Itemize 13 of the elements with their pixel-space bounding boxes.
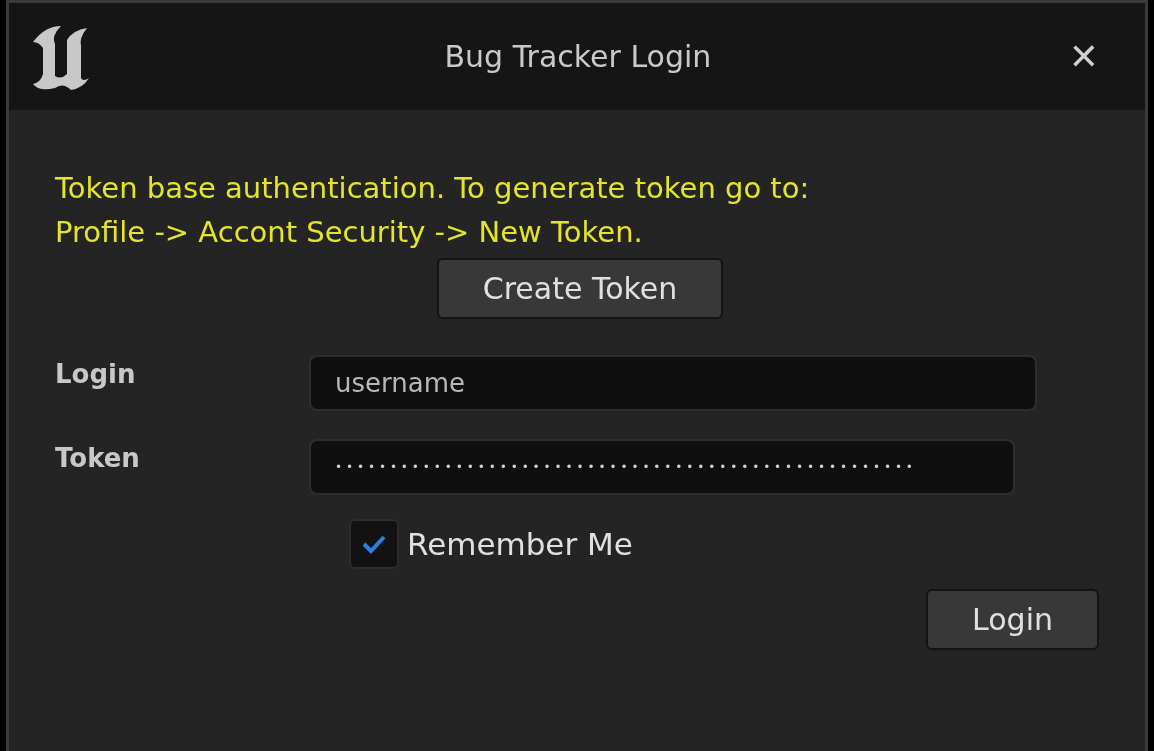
- remember-checkbox[interactable]: [349, 519, 399, 569]
- login-field[interactable]: username: [309, 355, 1037, 411]
- remember-me-label: Remember Me: [407, 524, 633, 564]
- create-token-button[interactable]: Create Token: [436, 258, 724, 319]
- window-title: Bug Tracker Login: [443, 38, 713, 76]
- notice-text: Token base authentication. To generate token go to:: [55, 170, 810, 207]
- login-button[interactable]: Login: [926, 589, 1099, 650]
- close-button[interactable]: ✕: [1062, 38, 1105, 75]
- field-label: Token: [54, 442, 141, 475]
- checkmark-icon: [362, 534, 386, 554]
- token-field[interactable]: •••••••••••••••••••••••••••••••••••••••••••••••••••••: [309, 439, 1015, 495]
- notice-text: Profile -> Accont Security -> New Token.: [55, 214, 643, 251]
- field-label: Login: [54, 358, 137, 391]
